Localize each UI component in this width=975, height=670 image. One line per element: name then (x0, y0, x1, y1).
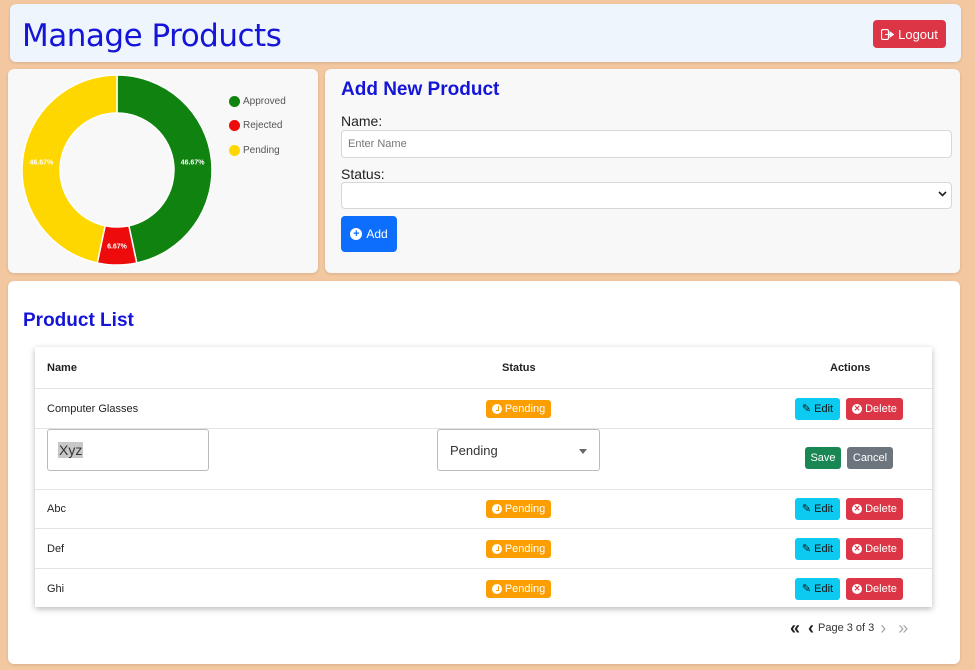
page-indicator: Page 3 of 3 (818, 622, 875, 634)
product-name: Ghi (47, 583, 65, 595)
status-donut-chart: 46.67% 6.67% 46.67% (21, 74, 213, 266)
legend-item-pending[interactable]: Pending (229, 138, 286, 163)
product-name: Abc (47, 503, 66, 515)
cancel-button[interactable]: Cancel (847, 447, 893, 469)
clock-icon (491, 504, 502, 514)
edit-button[interactable]: ✎ Edit (795, 498, 840, 520)
x-circle-icon: ✕ (852, 544, 863, 554)
delete-label: Delete (865, 583, 897, 595)
donut-slice-pending[interactable] (21, 74, 118, 264)
next-page-icon[interactable]: › (880, 619, 886, 637)
edit-icon: ✎ (801, 582, 812, 595)
edit-status-select[interactable]: Pending (437, 429, 600, 471)
clock-icon (491, 544, 502, 554)
plus-circle-icon: + (350, 228, 363, 240)
page-title: Manage Products (22, 18, 282, 54)
chevron-down-icon (938, 191, 947, 197)
delete-label: Delete (865, 543, 897, 555)
donut-label-approved: 46.67% (181, 160, 206, 167)
edit-label: Edit (814, 583, 834, 595)
add-label: Add (366, 227, 388, 241)
status-label: Status: (341, 166, 385, 182)
table-row: Ghi Pending ✎ Edit ✕ Delete (35, 569, 932, 607)
legend-item-rejected[interactable]: Rejected (229, 114, 286, 139)
save-button[interactable]: Save (805, 447, 841, 469)
table-header-row: Name Status Actions (35, 347, 932, 389)
edit-button[interactable]: ✎ Edit (795, 538, 840, 560)
edit-status-value: Pending (450, 442, 498, 458)
x-circle-icon: ✕ (852, 504, 863, 514)
x-circle-icon: ✕ (852, 584, 863, 594)
delete-button[interactable]: ✕ Delete (846, 538, 903, 560)
table-row: Def Pending ✎ Edit ✕ Delete (35, 529, 932, 569)
logout-icon (881, 28, 895, 40)
status-badge: Pending (486, 500, 551, 518)
table-row-editing: Xyz Pending Save Cancel (35, 389, 932, 490)
chart-legend: Approved Rejected Pending (229, 89, 286, 163)
pagination: « ‹ Page 3 of 3 › » (790, 618, 908, 638)
legend-label-rejected: Rejected (243, 120, 283, 132)
clock-icon (491, 584, 502, 594)
table-row: Abc Pending ✎ Edit ✕ Delete (35, 490, 932, 529)
name-input[interactable]: Enter Name (341, 130, 952, 158)
legend-item-approved[interactable]: Approved (229, 89, 286, 114)
page-header: Manage Products Logout (10, 4, 961, 62)
column-header-status: Status (502, 362, 536, 374)
edit-button[interactable]: ✎ Edit (795, 578, 840, 600)
donut-label-rejected: 6.67% (107, 244, 128, 251)
legend-label-pending: Pending (243, 144, 280, 156)
logout-button[interactable]: Logout (873, 20, 946, 48)
legend-swatch-pending (229, 144, 240, 156)
add-product-panel: Add New Product Name: Enter Name Status:… (325, 69, 960, 273)
product-name: Def (47, 543, 65, 555)
column-header-actions: Actions (830, 362, 871, 374)
status-badge-label: Pending (504, 503, 546, 515)
add-product-button[interactable]: + Add (341, 216, 397, 252)
status-badge: Pending (486, 580, 551, 598)
product-table: Name Status Actions Computer Glasses Pen… (35, 347, 932, 607)
legend-swatch-rejected (229, 120, 240, 132)
first-page-icon[interactable]: « (790, 619, 800, 637)
donut-label-pending: 46.67% (30, 160, 55, 167)
status-badge-label: Pending (504, 543, 546, 555)
legend-label-approved: Approved (243, 95, 286, 107)
legend-swatch-approved (229, 95, 240, 107)
delete-label: Delete (865, 503, 897, 515)
status-chart-panel: 46.67% 6.67% 46.67% Approved Rejected Pend… (8, 69, 318, 273)
edit-name-value: Xyz (58, 442, 84, 458)
name-input-placeholder: Enter Name (348, 138, 407, 150)
edit-name-input[interactable]: Xyz (47, 429, 209, 471)
edit-icon: ✎ (801, 542, 812, 555)
add-product-title: Add New Product (341, 79, 500, 100)
product-list-panel: Product List Name Status Actions Compute… (8, 281, 960, 664)
status-select[interactable] (341, 182, 952, 209)
logout-label: Logout (898, 26, 938, 42)
name-label: Name: (341, 113, 383, 129)
last-page-icon[interactable]: » (898, 619, 908, 637)
delete-button[interactable]: ✕ Delete (846, 498, 903, 520)
edit-label: Edit (814, 543, 834, 555)
edit-icon: ✎ (801, 502, 812, 515)
prev-page-icon[interactable]: ‹ (808, 619, 814, 637)
column-header-name: Name (47, 362, 77, 374)
dropdown-arrow-icon (579, 449, 587, 454)
edit-label: Edit (814, 503, 834, 515)
delete-button[interactable]: ✕ Delete (846, 578, 903, 600)
status-badge-label: Pending (504, 583, 546, 595)
status-badge: Pending (486, 540, 551, 558)
product-list-title: Product List (23, 310, 134, 331)
